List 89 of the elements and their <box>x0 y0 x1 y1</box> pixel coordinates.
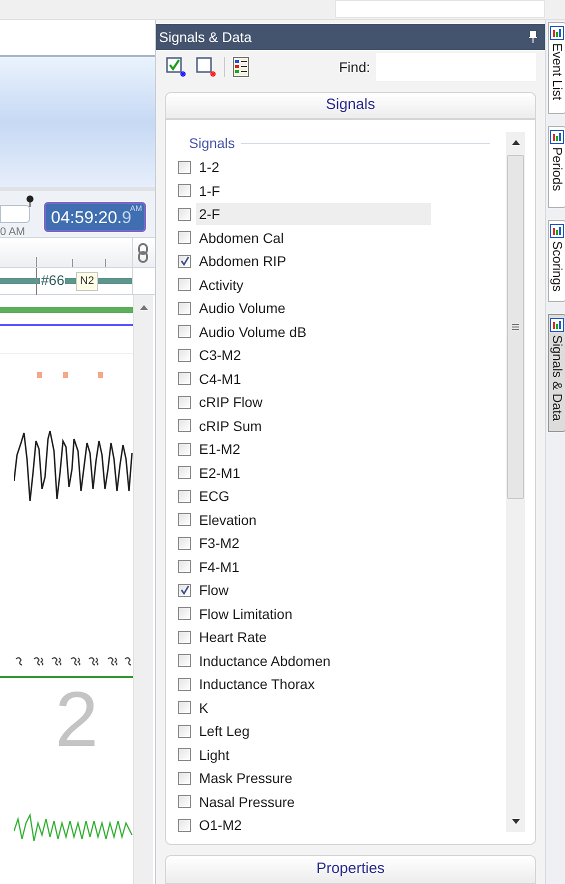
signal-label[interactable]: Mask Pressure <box>199 767 292 790</box>
timeline-frame <box>0 205 30 223</box>
signal-label[interactable]: F3-M2 <box>199 532 240 554</box>
properties-section-header[interactable]: Properties <box>165 854 536 884</box>
checkbox[interactable] <box>178 795 191 808</box>
stage-tooltip: N2 <box>76 272 98 290</box>
tab-icon <box>550 26 564 40</box>
checkbox[interactable] <box>178 348 191 362</box>
signal-label[interactable]: Heart Rate <box>199 626 267 648</box>
signal-label[interactable]: E1-M2 <box>199 438 240 460</box>
checkbox[interactable] <box>178 419 191 432</box>
signal-label[interactable]: O1-M2 <box>199 814 242 832</box>
check-all-icon[interactable] <box>166 57 186 77</box>
signal-label[interactable]: Audio Volume <box>199 297 286 320</box>
scroll-up-icon[interactable] <box>512 140 520 145</box>
checkbox[interactable] <box>178 208 191 221</box>
checkbox[interactable] <box>178 254 191 268</box>
checkbox[interactable] <box>178 818 191 832</box>
checkbox[interactable] <box>178 278 191 292</box>
checkbox[interactable] <box>178 772 191 785</box>
checkbox[interactable] <box>178 466 191 480</box>
checkbox[interactable] <box>178 160 191 174</box>
signals-section-header[interactable]: Signals <box>165 92 536 119</box>
signal-label[interactable]: ECG <box>199 485 230 508</box>
checkbox[interactable] <box>178 607 191 620</box>
signal-label[interactable]: Inductance Abdomen <box>199 650 331 672</box>
uncheck-all-icon[interactable] <box>196 57 216 77</box>
checkbox[interactable] <box>178 701 191 714</box>
checkbox[interactable] <box>178 325 191 338</box>
chain-link-icon[interactable] <box>138 243 148 263</box>
search-field[interactable] <box>335 0 545 18</box>
group-heading: Signals <box>189 134 235 154</box>
side-tab[interactable]: Periods <box>548 126 565 208</box>
scrollbar-thumb[interactable] <box>507 154 524 499</box>
sleep-stage-watermark: 2 <box>55 679 98 759</box>
signal-label[interactable]: C3-M2 <box>199 344 242 366</box>
checkbox[interactable] <box>178 584 191 597</box>
panel-title: Signals & Data <box>159 28 252 47</box>
signal-label[interactable]: K <box>199 696 208 719</box>
tab-icon <box>550 130 564 144</box>
checkbox[interactable] <box>178 513 191 526</box>
checkbox[interactable] <box>178 442 191 456</box>
find-label: Find: <box>339 58 370 76</box>
signal-label[interactable]: Audio Volume dB <box>199 320 306 343</box>
signal-label[interactable]: Light <box>199 744 230 766</box>
pin-icon[interactable] <box>529 31 537 43</box>
signal-label[interactable]: F4-M1 <box>199 556 240 578</box>
checkbox[interactable] <box>178 654 191 668</box>
checkbox[interactable] <box>178 372 191 386</box>
signal-label[interactable]: Inductance Thorax <box>199 673 315 696</box>
signal-label[interactable]: C4-M1 <box>199 368 242 390</box>
pin-icon <box>26 195 34 207</box>
checkbox[interactable] <box>178 184 191 198</box>
signal-label[interactable]: Abdomen Cal <box>199 226 284 249</box>
signal-label[interactable]: Flow Limitation <box>199 602 292 625</box>
checkbox[interactable] <box>178 678 191 691</box>
signal-label[interactable]: cRIP Sum <box>199 414 262 437</box>
scroll-down-icon[interactable] <box>512 818 520 824</box>
vertical-scrollbar[interactable] <box>133 295 153 884</box>
signal-label[interactable]: Activity <box>199 274 244 296</box>
tab-icon <box>550 224 564 238</box>
side-tab[interactable]: Event List <box>548 22 565 114</box>
checkbox[interactable] <box>178 748 191 762</box>
checkbox[interactable] <box>178 490 191 503</box>
snore-marks-icon <box>14 656 132 666</box>
checkbox[interactable] <box>178 396 191 409</box>
signal-label[interactable]: Elevation <box>199 508 257 531</box>
signal-label[interactable]: 1-F <box>199 180 220 202</box>
checkbox[interactable] <box>178 724 191 738</box>
checkbox[interactable] <box>178 560 191 574</box>
signal-label[interactable]: 1-2 <box>199 156 220 178</box>
checkbox[interactable] <box>178 231 191 244</box>
list-scrollbar[interactable] <box>506 132 525 832</box>
checkbox[interactable] <box>178 302 191 315</box>
tab-icon <box>550 318 564 332</box>
signal-label[interactable]: cRIP Flow <box>199 391 263 414</box>
signal-label[interactable]: Left Leg <box>199 720 250 742</box>
list-icon[interactable] <box>233 57 249 77</box>
side-tab[interactable]: Scorings <box>548 220 565 302</box>
signal-label[interactable]: E2-M1 <box>199 462 240 484</box>
checkbox[interactable] <box>178 536 191 550</box>
time-axis-label: 0 AM <box>0 225 26 240</box>
signal-label[interactable]: Abdomen RIP <box>199 250 286 272</box>
checkbox[interactable] <box>178 630 191 644</box>
grip-icon <box>512 324 519 330</box>
signal-label[interactable]: Flow <box>199 579 229 602</box>
signal-label[interactable]: 2-F <box>196 203 431 226</box>
side-tab[interactable]: Signals & Data <box>548 314 565 432</box>
signal-label[interactable]: Nasal Pressure <box>199 790 295 813</box>
